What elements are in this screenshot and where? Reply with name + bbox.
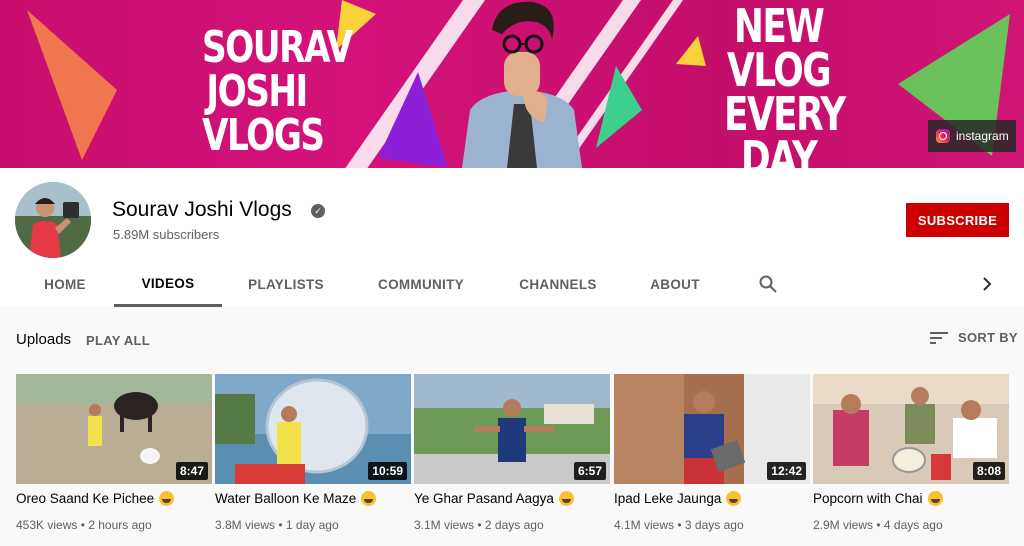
smiling-emoji-icon [726,491,742,506]
video-thumbnail[interactable]: 10:59 [215,374,411,484]
instagram-label: instagram [956,129,1009,143]
chevron-right-icon[interactable] [978,275,996,293]
channel-avatar[interactable] [15,182,91,258]
video-title: Oreo Saand Ke Pichee [16,491,155,506]
video-views: 453K views [16,518,78,532]
channel-header: Sourav Joshi Vlogs ✓ 5.89M subscribers S… [0,168,1024,307]
video-title-row[interactable]: Water Balloon Ke Maze [215,491,377,506]
tab-about[interactable]: ABOUT [640,262,710,307]
tab-playlists[interactable]: PLAYLISTS [238,262,334,307]
video-age: 3 days ago [684,518,744,532]
orange-triangle-shape [27,10,117,160]
video-duration: 8:47 [175,462,208,480]
video-card[interactable]: 6:57 Ye Ghar Pasand Aagya 3.1M views • 2… [414,374,610,544]
video-duration: 10:59 [368,462,407,480]
video-duration: 8:08 [972,462,1005,480]
search-icon[interactable] [758,274,778,294]
video-card[interactable]: 8:08 Popcorn with Chai 2.9M views • 4 da… [813,374,1009,544]
video-thumbnail[interactable]: 8:47 [16,374,212,484]
video-meta: 3.8M views • 1 day ago [215,518,339,532]
green-triangle-shape [596,66,642,148]
channel-name: Sourav Joshi Vlogs [112,198,292,221]
video-title: Ipad Leke Jaunga [614,491,722,506]
creator-photo [462,1,582,168]
video-title-row[interactable]: Ipad Leke Jaunga [614,491,742,506]
video-card[interactable]: 10:59 Water Balloon Ke Maze 3.8M views •… [215,374,411,544]
video-age: 4 days ago [883,518,943,532]
video-age: 2 days ago [484,518,544,532]
verified-check-icon: ✓ [311,204,325,218]
instagram-link[interactable]: instagram [928,120,1016,152]
tab-videos[interactable]: VIDEOS [114,262,222,307]
instagram-icon [936,129,950,143]
video-meta: 4.1M views • 3 days ago [614,518,744,532]
star-struck-emoji-icon [558,491,574,506]
video-meta: 2.9M views • 4 days ago [813,518,943,532]
small-yellow-triangle-shape [676,36,706,66]
banner-tagline: NEW VLOG EVERY DAY [724,0,846,168]
uploads-heading: Uploads [16,331,72,348]
video-meta: 453K views • 2 hours ago [16,518,152,532]
video-title-row[interactable]: Ye Ghar Pasand Aagya [414,491,574,506]
video-title: Popcorn with Chai [813,491,923,506]
video-views: 3.1M views [414,518,475,532]
smiling-emoji-icon [927,491,943,506]
sort-icon [930,331,948,344]
video-card[interactable]: 12:42 Ipad Leke Jaunga 4.1M views • 3 da… [614,374,810,544]
video-duration: 6:57 [573,462,606,480]
video-views: 3.8M views [215,518,276,532]
video-title: Ye Ghar Pasand Aagya [414,491,554,506]
avatar-image [15,182,91,258]
video-age: 2 hours ago [88,518,152,532]
banner-title: SOURAV JOSHI VLOGS [202,22,353,161]
subscribe-button[interactable]: SUBSCRIBE [906,203,1009,237]
star-struck-emoji-icon [361,491,377,506]
purple-triangle-shape [378,72,448,168]
video-thumbnail[interactable]: 6:57 [414,374,610,484]
tab-home[interactable]: HOME [30,262,100,307]
video-duration: 12:42 [767,462,806,480]
video-title: Water Balloon Ke Maze [215,491,357,506]
video-title-row[interactable]: Popcorn with Chai [813,491,943,506]
channel-tabs: HOME VIDEOS PLAYLISTS COMMUNITY CHANNELS… [0,262,1024,307]
tab-community[interactable]: COMMUNITY [368,262,474,307]
subscriber-count: 5.89M subscribers [113,227,220,242]
tab-channels[interactable]: CHANNELS [510,262,606,307]
video-views: 4.1M views [614,518,675,532]
video-thumbnail[interactable]: 12:42 [614,374,810,484]
grinning-sweat-emoji-icon [159,491,175,506]
video-thumbnail[interactable]: 8:08 [813,374,1009,484]
video-views: 2.9M views [813,518,874,532]
video-card[interactable]: 8:47 Oreo Saand Ke Pichee 453K views • 2… [16,374,212,544]
sort-by-button[interactable]: SORT BY [930,330,1018,345]
video-title-row[interactable]: Oreo Saand Ke Pichee [16,491,175,506]
video-age: 1 day ago [285,518,339,532]
video-meta: 3.1M views • 2 days ago [414,518,544,532]
play-all-button[interactable]: PLAY ALL [86,333,150,348]
sort-by-label: SORT BY [958,330,1018,345]
channel-banner: SOURAV JOSHI VLOGS NEW VLOG EVERY DAY in… [0,0,1024,168]
